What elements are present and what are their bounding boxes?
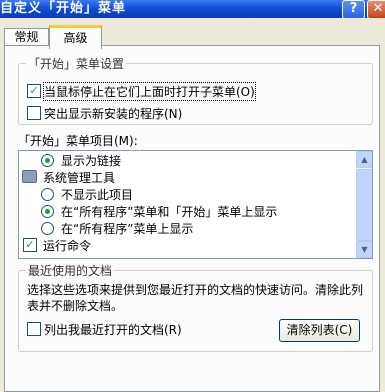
start-menu-settings-title: 「开始」菜单设置 xyxy=(26,55,127,72)
open-submenus-label[interactable]: 当鼠标停止在它们上面时打开子菜单(O) xyxy=(43,82,256,101)
clear-list-button[interactable]: 清除列表(C) xyxy=(279,319,360,342)
open-submenus-checkbox[interactable]: ✓ xyxy=(27,84,41,98)
highlight-new-checkbox[interactable] xyxy=(27,106,41,120)
run-command-label[interactable]: 运行命令 xyxy=(43,237,91,254)
check-icon: ✓ xyxy=(25,238,35,251)
admin-tools-icon xyxy=(22,170,37,183)
close-button[interactable]: ✕ xyxy=(367,0,385,18)
recent-documents-title: 最近使用的文档 xyxy=(26,262,115,279)
window-title: 自定义「开始」菜单 xyxy=(0,1,127,16)
link-option-radio[interactable] xyxy=(41,154,54,167)
highlight-new-label[interactable]: 突出显示新安装的程序(N) xyxy=(44,105,182,122)
start-menu-items-label: 「开始」菜单项目(M): xyxy=(18,134,138,148)
start-menu-items-list[interactable]: 显示为链接 系统管理工具 不显示此项目 在“所有程序”菜单和「开始」菜单上显示 … xyxy=(18,150,373,259)
recent-documents-description-1: 选择这些选项来提供到您最近打开的文档的快速访问。清除此列 xyxy=(27,283,364,297)
list-recent-checkbox[interactable] xyxy=(27,322,41,336)
tab-advanced[interactable]: 高级 xyxy=(49,25,102,49)
scroll-thumb[interactable] xyxy=(356,169,372,241)
show-all-and-start-radio[interactable] xyxy=(41,205,54,218)
scroll-up-button[interactable]: ▲ xyxy=(356,151,372,168)
recent-documents-description-2: 表并不删除文档。 xyxy=(27,299,124,313)
run-command-checkbox[interactable]: ✓ xyxy=(23,238,37,252)
show-all-only-radio[interactable] xyxy=(41,222,54,235)
show-all-and-start-label[interactable]: 在“所有程序”菜单和「开始」菜单上显示 xyxy=(61,203,277,220)
list-recent-label[interactable]: 列出我最近打开的文档(R) xyxy=(44,321,182,338)
list-scrollbar[interactable]: ▲ ▼ xyxy=(356,151,372,258)
not-shown-radio[interactable] xyxy=(41,188,54,201)
chevron-down-icon: ▼ xyxy=(361,245,368,254)
chevron-up-icon: ▲ xyxy=(361,155,368,164)
check-icon: ✓ xyxy=(29,84,39,97)
help-button[interactable]: ? xyxy=(342,0,365,18)
admin-tools-label: 系统管理工具 xyxy=(43,171,116,185)
scroll-down-button[interactable]: ▼ xyxy=(356,241,372,258)
close-icon: ✕ xyxy=(372,1,384,16)
title-bar[interactable]: 自定义「开始」菜单 ? ✕ xyxy=(0,0,385,18)
link-option-label[interactable]: 显示为链接 xyxy=(61,152,121,169)
show-all-only-label[interactable]: 在“所有程序”菜单上显示 xyxy=(61,220,193,237)
tab-general[interactable]: 常规 xyxy=(4,28,49,46)
not-shown-label[interactable]: 不显示此项目 xyxy=(61,186,133,203)
help-icon: ? xyxy=(349,1,358,16)
